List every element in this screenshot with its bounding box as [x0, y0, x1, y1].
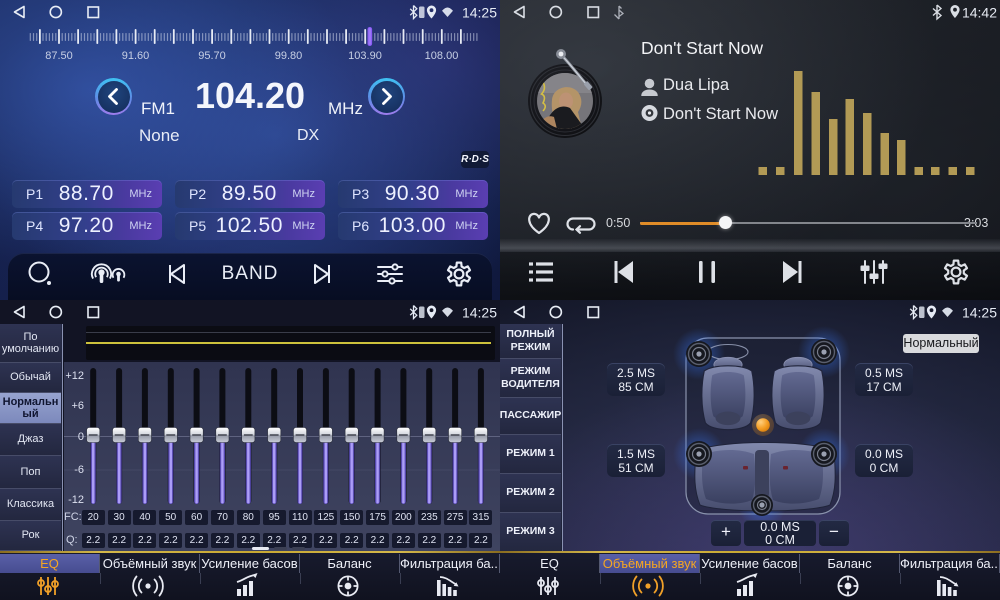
svg-text:14:25: 14:25 — [462, 5, 497, 21]
svg-text:14:25: 14:25 — [962, 305, 997, 321]
